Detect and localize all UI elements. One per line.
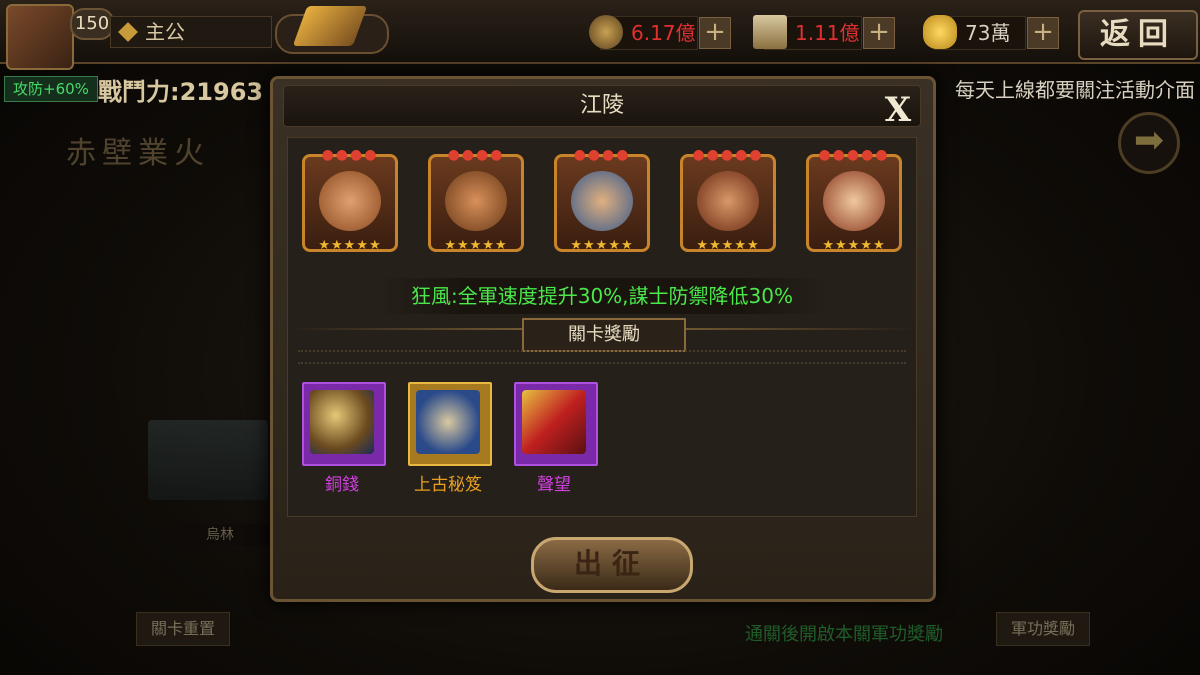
march-button[interactable]: 出征 bbox=[531, 537, 693, 593]
gem-icon bbox=[118, 22, 138, 42]
reward-label-ancient-tome: 上古秘笈 bbox=[414, 475, 482, 495]
hero-rank-dots: ●●●●● bbox=[692, 147, 764, 163]
player-name-text: 主公 bbox=[145, 20, 185, 44]
combat-power-label: 戰鬥力: bbox=[98, 78, 180, 106]
hero-stars: ★★★★★ bbox=[318, 238, 382, 253]
hero-stars: ★★★★★ bbox=[570, 238, 634, 253]
player-name: 主公 bbox=[110, 16, 272, 48]
hero-rank-dots: ●●●●● bbox=[818, 147, 890, 163]
top-bar: 150 主公 6.17億 + 1.11億 + 73萬 + 返回 bbox=[0, 0, 1200, 70]
stage-reward-header: 關卡獎勵 bbox=[522, 318, 686, 352]
enemy-hero-4[interactable]: ●●●●● ★★★★★ bbox=[680, 147, 776, 253]
reward-label-prestige: 聲望 bbox=[537, 475, 571, 495]
stage-dialog: 江陵 X ●●●● ★★★★★ ●●●● ★★★★★ ●●●● ★★★★★ ●●… bbox=[270, 76, 936, 602]
token-value: 1.11億 bbox=[795, 21, 860, 45]
token-icon bbox=[753, 15, 787, 49]
hero-portrait-icon bbox=[823, 171, 885, 231]
hero-stars: ★★★★★ bbox=[822, 238, 886, 253]
copper-resource: 6.17億 + bbox=[589, 15, 731, 50]
token-plus-button[interactable]: + bbox=[863, 17, 895, 49]
reward-label-copper: 銅錢 bbox=[325, 475, 359, 495]
enemy-hero-2[interactable]: ●●●● ★★★★★ bbox=[428, 147, 524, 253]
gold-ingot-icon bbox=[923, 15, 957, 49]
hero-rank-dots: ●●●● bbox=[447, 147, 505, 163]
scroll-icon bbox=[416, 390, 480, 454]
hero-portrait-icon bbox=[319, 171, 381, 231]
avatar[interactable] bbox=[6, 4, 74, 70]
flag-icon bbox=[522, 390, 586, 454]
announcement-marquee: 每天上線都要關注活動介面 bbox=[955, 78, 1195, 102]
hero-portrait-icon bbox=[445, 171, 507, 231]
hero-stars: ★★★★★ bbox=[444, 238, 508, 253]
dialog-body: ●●●● ★★★★★ ●●●● ★★★★★ ●●●● ★★★★★ ●●●●● ★… bbox=[287, 137, 917, 517]
reward-item-prestige[interactable] bbox=[514, 382, 598, 466]
stage-buff-text: 狂風:全軍速度提升30%,謀士防禦降低30% bbox=[378, 278, 826, 314]
hero-stars: ★★★★★ bbox=[696, 238, 760, 253]
gold-resource: 73萬 + bbox=[923, 15, 1059, 50]
coin-icon bbox=[589, 15, 623, 49]
reward-item-copper[interactable] bbox=[302, 382, 386, 466]
close-button[interactable]: X bbox=[878, 90, 918, 130]
fret-pattern bbox=[298, 350, 906, 364]
gold-plus-button[interactable]: + bbox=[1027, 17, 1059, 49]
hero-rank-dots: ●●●● bbox=[573, 147, 631, 163]
copper-plus-button[interactable]: + bbox=[699, 17, 731, 49]
hero-rank-dots: ●●●● bbox=[321, 147, 379, 163]
coins-icon bbox=[310, 390, 374, 454]
token-resource: 1.11億 + bbox=[753, 15, 895, 50]
hero-portrait-icon bbox=[697, 171, 759, 231]
combat-power-value: 21963 bbox=[179, 78, 264, 106]
enemy-hero-1[interactable]: ●●●● ★★★★★ bbox=[302, 147, 398, 253]
copper-value: 6.17億 bbox=[631, 21, 696, 45]
enemy-hero-5[interactable]: ●●●●● ★★★★★ bbox=[806, 147, 902, 253]
back-button[interactable]: 返回 bbox=[1078, 10, 1198, 60]
combat-power: 戰鬥力:21963 bbox=[98, 72, 263, 107]
hero-portrait-icon bbox=[571, 171, 633, 231]
dialog-title: 江陵 bbox=[579, 93, 624, 118]
player-level: 150 bbox=[70, 8, 114, 40]
enemy-hero-3[interactable]: ●●●● ★★★★★ bbox=[554, 147, 650, 253]
dialog-header: 江陵 X bbox=[283, 85, 921, 130]
reward-item-ancient-tome[interactable] bbox=[408, 382, 492, 466]
gold-value: 73萬 bbox=[965, 21, 1011, 45]
attack-defense-buff-badge: 攻防+60% bbox=[4, 76, 98, 102]
